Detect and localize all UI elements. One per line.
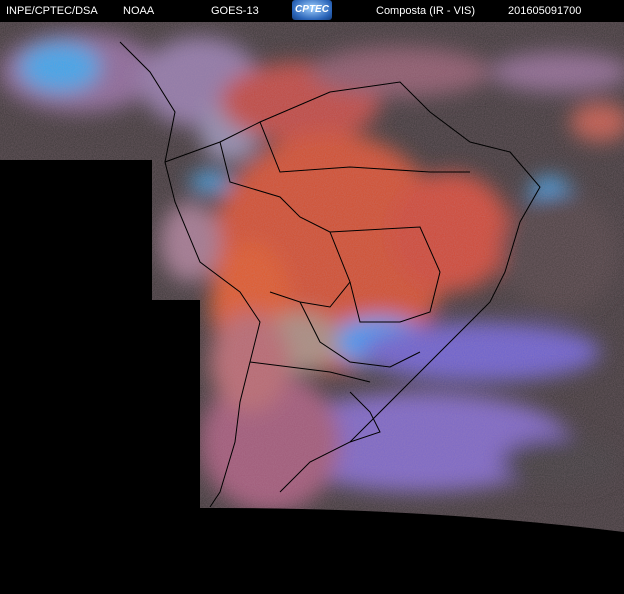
timestamp-label: 201605091700 <box>508 5 582 17</box>
satellite-viewer: INPE/CPTEC/DSA NOAA GOES-13 CPTEC Compos… <box>0 0 624 594</box>
header-bar: INPE/CPTEC/DSA NOAA GOES-13 CPTEC Compos… <box>0 0 624 22</box>
texture <box>0 22 624 532</box>
agency-label: INPE/CPTEC/DSA <box>6 5 98 17</box>
product-label: Composta (IR - VIS) <box>376 5 476 17</box>
cptec-logo: CPTEC <box>292 0 332 20</box>
image-content <box>0 22 624 532</box>
source-label: NOAA <box>123 5 155 17</box>
satellite-image <box>0 22 624 532</box>
satellite-label: GOES-13 <box>211 5 259 17</box>
